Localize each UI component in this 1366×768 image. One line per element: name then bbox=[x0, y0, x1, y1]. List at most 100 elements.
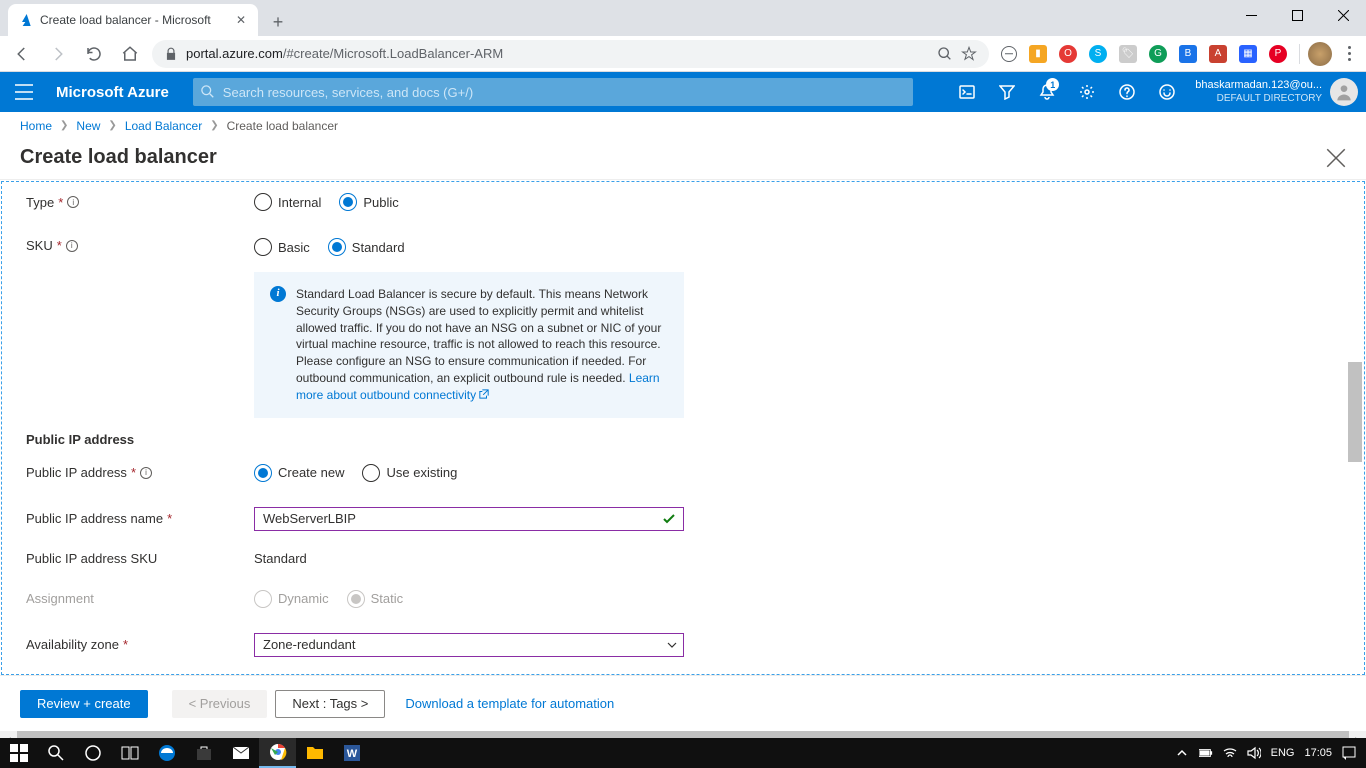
wifi-icon[interactable] bbox=[1223, 746, 1237, 760]
form-scroll-area[interactable]: Type * i Internal Public SKU * i Basic S… bbox=[2, 182, 1364, 674]
breadcrumb-current: Create load balancer bbox=[227, 119, 338, 133]
azure-header-icons: 1 bbox=[947, 72, 1187, 112]
info-icon[interactable]: i bbox=[140, 467, 152, 479]
availability-zone-field: Availability zone * Zone-redundant bbox=[26, 629, 1340, 661]
azure-header: Microsoft Azure 1 bhaskarmadan.123@ou...… bbox=[0, 72, 1366, 112]
star-icon[interactable] bbox=[961, 46, 977, 62]
chrome-icon[interactable] bbox=[259, 738, 296, 768]
language-indicator[interactable]: ENG bbox=[1271, 747, 1295, 759]
breadcrumb-home[interactable]: Home bbox=[20, 119, 52, 133]
battery-icon[interactable] bbox=[1199, 746, 1213, 760]
chrome-menu-button[interactable] bbox=[1340, 46, 1358, 61]
extension-icon[interactable]: ▦ bbox=[1239, 45, 1257, 63]
public-ip-name-field: Public IP address name * bbox=[26, 503, 1340, 535]
breadcrumb-new[interactable]: New bbox=[76, 119, 100, 133]
zoom-icon[interactable] bbox=[937, 46, 953, 62]
azure-brand[interactable]: Microsoft Azure bbox=[48, 84, 185, 101]
task-view-button[interactable] bbox=[111, 738, 148, 768]
sku-basic-radio[interactable]: Basic bbox=[254, 238, 310, 256]
page-title: Create load balancer bbox=[20, 146, 1326, 169]
new-tab-button[interactable]: + bbox=[264, 8, 292, 36]
lock-icon bbox=[164, 47, 178, 61]
system-tray: ENG 17:05 bbox=[1175, 746, 1366, 760]
browser-tab-strip: Create load balancer - Microsoft ✕ + bbox=[0, 0, 1366, 36]
address-bar[interactable]: portal.azure.com/#create/Microsoft.LoadB… bbox=[152, 40, 989, 68]
browser-tab[interactable]: Create load balancer - Microsoft ✕ bbox=[8, 4, 258, 36]
public-ip-section-header: Public IP address bbox=[26, 432, 1340, 447]
type-public-radio[interactable]: Public bbox=[339, 193, 398, 211]
close-blade-button[interactable] bbox=[1326, 148, 1346, 168]
chrome-profile-avatar[interactable] bbox=[1308, 42, 1332, 66]
extension-icon[interactable]: B bbox=[1179, 45, 1197, 63]
feedback-button[interactable] bbox=[1147, 72, 1187, 112]
pip-use-existing-radio[interactable]: Use existing bbox=[362, 464, 457, 482]
file-explorer-icon[interactable] bbox=[296, 738, 333, 768]
store-icon[interactable] bbox=[185, 738, 222, 768]
breadcrumb-load-balancer[interactable]: Load Balancer bbox=[125, 119, 202, 133]
public-ip-address-field: Public IP address * i Create new Use exi… bbox=[26, 457, 1340, 489]
help-button[interactable] bbox=[1107, 72, 1147, 112]
sku-standard-radio[interactable]: Standard bbox=[328, 238, 405, 256]
info-icon[interactable]: i bbox=[67, 196, 79, 208]
availability-zone-select[interactable]: Zone-redundant bbox=[254, 633, 684, 657]
tab-close-icon[interactable]: ✕ bbox=[234, 13, 248, 27]
browser-toolbar: portal.azure.com/#create/Microsoft.LoadB… bbox=[0, 36, 1366, 72]
vertical-scrollbar[interactable] bbox=[1348, 362, 1362, 462]
extension-icon[interactable]: G bbox=[1149, 45, 1167, 63]
volume-icon[interactable] bbox=[1247, 746, 1261, 760]
directory-filter-button[interactable] bbox=[987, 72, 1027, 112]
browser-reload-button[interactable] bbox=[80, 40, 108, 68]
review-create-button[interactable]: Review + create bbox=[20, 690, 148, 718]
chevron-right-icon: ❯ bbox=[210, 120, 218, 131]
sku-info-box: i Standard Load Balancer is secure by de… bbox=[254, 272, 684, 418]
extension-icon[interactable]: A bbox=[1209, 45, 1227, 63]
tray-chevron-up-icon[interactable] bbox=[1175, 746, 1189, 760]
download-template-link[interactable]: Download a template for automation bbox=[405, 696, 614, 711]
notifications-button[interactable]: 1 bbox=[1027, 72, 1067, 112]
extension-icon[interactable]: S bbox=[1089, 45, 1107, 63]
extension-icon[interactable]: ▮ bbox=[1029, 45, 1047, 63]
word-icon[interactable]: W bbox=[333, 738, 370, 768]
form-container: Type * i Internal Public SKU * i Basic S… bbox=[1, 181, 1365, 675]
azure-search-input[interactable] bbox=[215, 85, 905, 100]
extension-icon[interactable]: 🏷 bbox=[1119, 45, 1137, 63]
svg-text:W: W bbox=[346, 748, 357, 760]
extension-icon[interactable]: O bbox=[1059, 45, 1077, 63]
notification-center-icon[interactable] bbox=[1342, 746, 1356, 760]
assignment-field: Assignment Dynamic Static bbox=[26, 583, 1340, 615]
search-button[interactable] bbox=[37, 738, 74, 768]
validation-check-icon bbox=[662, 512, 676, 526]
pip-create-new-radio[interactable]: Create new bbox=[254, 464, 344, 482]
settings-button[interactable] bbox=[1067, 72, 1107, 112]
taskbar-clock[interactable]: 17:05 bbox=[1304, 747, 1332, 759]
windows-taskbar: W ENG 17:05 bbox=[0, 738, 1366, 768]
cloud-shell-button[interactable] bbox=[947, 72, 987, 112]
assignment-static-radio: Static bbox=[347, 590, 404, 608]
browser-forward-button[interactable] bbox=[44, 40, 72, 68]
previous-button: < Previous bbox=[172, 690, 268, 718]
cortana-button[interactable] bbox=[74, 738, 111, 768]
notification-badge: 1 bbox=[1046, 78, 1059, 91]
browser-home-button[interactable] bbox=[116, 40, 144, 68]
public-ip-sku-field: Public IP address SKU Standard bbox=[26, 543, 1340, 575]
azure-favicon-icon bbox=[18, 12, 34, 28]
edge-icon[interactable] bbox=[148, 738, 185, 768]
url-text: portal.azure.com/#create/Microsoft.LoadB… bbox=[186, 46, 929, 61]
window-close-button[interactable] bbox=[1320, 0, 1366, 30]
public-ip-name-input[interactable] bbox=[254, 507, 684, 531]
extension-icon[interactable] bbox=[1001, 46, 1017, 62]
hamburger-menu-button[interactable] bbox=[0, 83, 48, 101]
mail-icon[interactable] bbox=[222, 738, 259, 768]
page-title-row: Create load balancer bbox=[0, 140, 1366, 180]
public-ip-sku-value: Standard bbox=[254, 551, 307, 566]
info-icon[interactable]: i bbox=[66, 240, 78, 252]
azure-search-bar[interactable] bbox=[193, 78, 913, 106]
next-tags-button[interactable]: Next : Tags > bbox=[275, 690, 385, 718]
window-minimize-button[interactable] bbox=[1228, 0, 1274, 30]
start-button[interactable] bbox=[0, 738, 37, 768]
extension-icon[interactable]: P bbox=[1269, 45, 1287, 63]
window-maximize-button[interactable] bbox=[1274, 0, 1320, 30]
user-account-button[interactable]: bhaskarmadan.123@ou... DEFAULT DIRECTORY bbox=[1187, 78, 1366, 106]
browser-back-button[interactable] bbox=[8, 40, 36, 68]
type-internal-radio[interactable]: Internal bbox=[254, 193, 321, 211]
